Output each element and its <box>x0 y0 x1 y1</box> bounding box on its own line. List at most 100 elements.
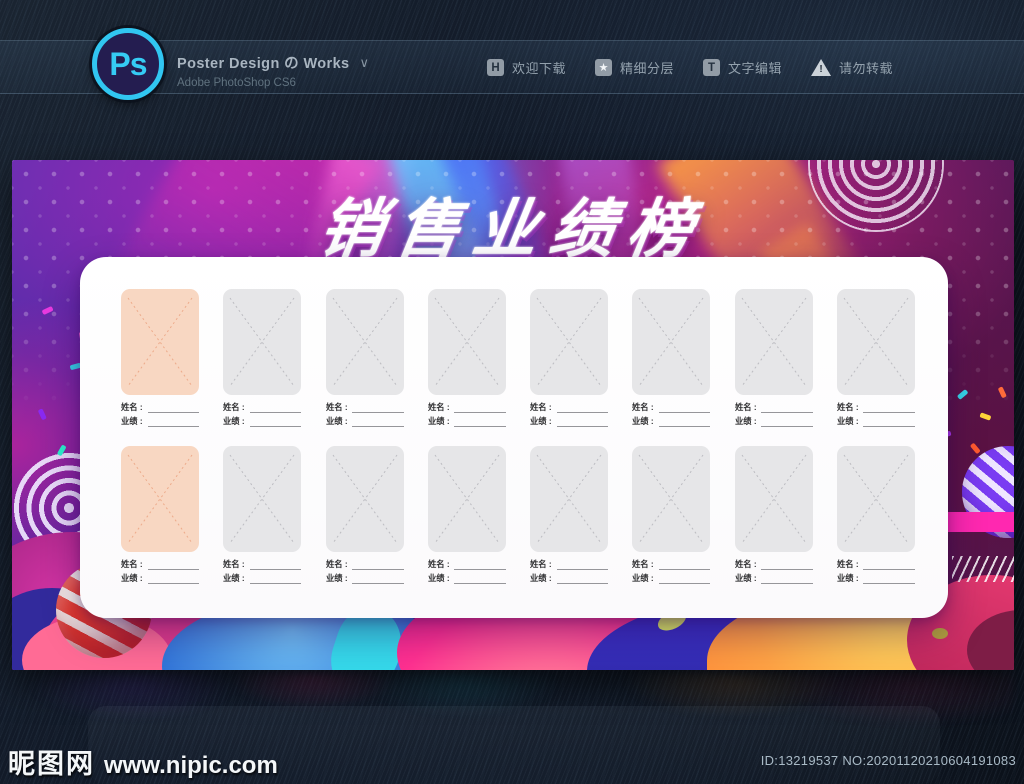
hatch-lines-decor <box>952 556 1014 582</box>
name-label-row: 姓名 : <box>121 558 199 570</box>
fill-in-line <box>249 403 302 413</box>
fill-in-line <box>658 574 711 584</box>
warning-icon: ! <box>811 59 832 76</box>
photo-labels: 姓名 : 业绩 : <box>735 401 813 427</box>
poster-preview: 销售业绩榜 姓名 : 业绩 : 姓名 : 业绩 : 姓名 : 业绩 : 姓名 : 业绩 : 姓名… <box>12 160 1014 670</box>
score-label-row: 业绩 : <box>632 415 711 427</box>
score-label-row: 业绩 : <box>428 415 506 427</box>
fill-in-line <box>352 403 404 413</box>
photo-grid-row: 姓名 : 业绩 : 姓名 : 业绩 : 姓名 : 业绩 : 姓名 : 业绩 : 姓名 : 业绩 :… <box>121 289 915 429</box>
fill-in-line <box>863 560 915 570</box>
fill-in-line <box>761 417 813 427</box>
score-label: 业绩 : <box>734 573 757 584</box>
name-label: 姓名 : <box>530 402 552 413</box>
photo-cell: 姓名 : 业绩 : <box>427 446 506 586</box>
score-label-row: 业绩 : <box>121 415 199 427</box>
photo-labels: 姓名 : 业绩 : <box>223 558 302 584</box>
fill-in-line <box>658 560 711 570</box>
score-label: 业绩 : <box>530 573 552 584</box>
works-title: Poster Design の Works <box>177 56 350 72</box>
name-label: 姓名 : <box>325 402 348 413</box>
photo-cell: 姓名 : 业绩 : <box>121 289 199 429</box>
score-label: 业绩 : <box>223 573 245 584</box>
photoshop-logo[interactable]: Ps <box>92 28 164 100</box>
photo-frame-placeholder <box>223 289 302 395</box>
score-label: 业绩 : <box>530 416 552 427</box>
name-label-row: 姓名 : <box>326 558 404 570</box>
name-label-row: 姓名 : <box>735 401 813 413</box>
photo-frame-placeholder <box>121 446 199 552</box>
name-label-row: 姓名 : <box>223 558 302 570</box>
fill-in-line <box>556 574 609 584</box>
fill-in-line <box>863 403 915 413</box>
fill-in-line <box>249 417 302 427</box>
score-label: 业绩 : <box>734 416 757 427</box>
photo-frame-placeholder <box>836 289 915 395</box>
fill-in-line <box>761 560 813 570</box>
photo-labels: 姓名 : 业绩 : <box>837 401 915 427</box>
fill-in-line <box>556 560 609 570</box>
image-id-text: ID:13219537 NO:20201120210604191083 <box>760 753 1016 768</box>
photo-frame-placeholder <box>325 446 404 552</box>
photoshop-logo-label: Ps <box>109 45 147 82</box>
photo-cell: 姓名 : 业绩 : <box>530 289 609 429</box>
fill-in-line <box>454 574 506 584</box>
watermark: 昵图网 www.nipic.com <box>8 742 278 781</box>
score-label: 业绩 : <box>223 416 245 427</box>
badge-label: 文字编辑 <box>728 61 783 76</box>
badge-text-editing[interactable]: T 文字编辑 <box>703 58 782 77</box>
photo-labels: 姓名 : 业绩 : <box>530 401 609 427</box>
score-label: 业绩 : <box>632 573 655 584</box>
photo-cell: 姓名 : 业绩 : <box>632 289 711 429</box>
fill-in-line <box>863 417 915 427</box>
photo-cell: 姓名 : 业绩 : <box>836 446 915 586</box>
score-label: 业绩 : <box>121 573 143 584</box>
photo-cell: 姓名 : 业绩 : <box>734 289 813 429</box>
fill-in-line <box>658 403 711 413</box>
name-label-row: 姓名 : <box>326 401 404 413</box>
photo-labels: 姓名 : 业绩 : <box>428 558 506 584</box>
score-label-row: 业绩 : <box>326 572 404 584</box>
fill-in-line <box>147 574 199 584</box>
name-label-row: 姓名 : <box>530 401 609 413</box>
photo-cell: 姓名 : 业绩 : <box>632 446 711 586</box>
photo-frame-placeholder <box>836 446 915 552</box>
badge-no-repost[interactable]: ! 请勿转载 <box>811 58 893 77</box>
fill-in-line <box>761 574 813 584</box>
photo-frame-placeholder <box>427 289 506 395</box>
star-icon: ★ <box>595 59 613 76</box>
confetti-piece <box>970 442 981 454</box>
photo-labels: 姓名 : 业绩 : <box>632 558 711 584</box>
score-label-row: 业绩 : <box>837 415 915 427</box>
photo-frame-placeholder <box>632 289 711 395</box>
name-label: 姓名 : <box>223 402 245 413</box>
name-label-row: 姓名 : <box>837 558 915 570</box>
badge-welcome-download[interactable]: H 欢迎下载 <box>487 58 566 77</box>
photo-cell: 姓名 : 业绩 : <box>427 289 506 429</box>
name-label-row: 姓名 : <box>632 558 711 570</box>
chevron-down-icon[interactable]: ∨ <box>360 55 370 71</box>
fluid-shape-decor <box>932 628 948 639</box>
photo-labels: 姓名 : 业绩 : <box>735 558 813 584</box>
fill-in-line <box>147 560 199 570</box>
site-url: www.nipic.com <box>104 752 278 779</box>
name-label: 姓名 : <box>427 559 450 570</box>
photo-labels: 姓名 : 业绩 : <box>632 401 711 427</box>
photo-frame-placeholder <box>530 446 609 552</box>
score-label: 业绩 : <box>836 573 859 584</box>
photo-cell: 姓名 : 业绩 : <box>734 446 813 586</box>
badge-fine-layers[interactable]: ★ 精细分层 <box>595 58 674 77</box>
fill-in-line <box>147 403 199 413</box>
name-label: 姓名 : <box>836 402 859 413</box>
photo-cell: 姓名 : 业绩 : <box>836 289 915 429</box>
name-label-row: 姓名 : <box>530 558 609 570</box>
photo-frame-placeholder <box>427 446 506 552</box>
photo-labels: 姓名 : 业绩 : <box>428 401 506 427</box>
fill-in-line <box>454 417 506 427</box>
fill-in-line <box>556 403 609 413</box>
score-label-row: 业绩 : <box>735 415 813 427</box>
score-label: 业绩 : <box>325 416 348 427</box>
header-badges: H 欢迎下载 ★ 精细分层 T 文字编辑 ! 请勿转载 <box>487 58 893 77</box>
name-label-row: 姓名 : <box>223 401 302 413</box>
photo-frame-placeholder <box>632 446 711 552</box>
